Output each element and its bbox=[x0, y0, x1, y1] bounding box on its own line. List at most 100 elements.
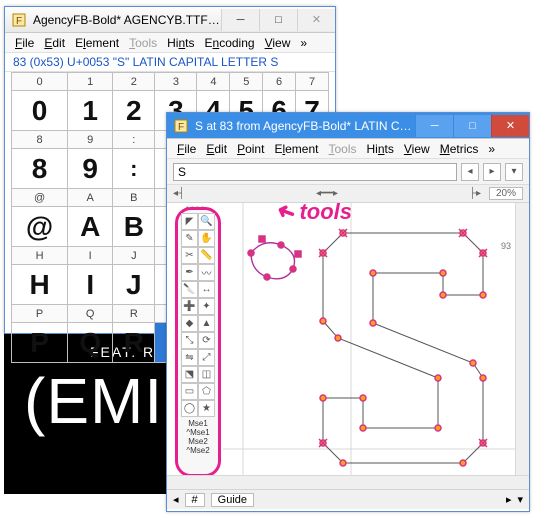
row-hdr: J bbox=[113, 247, 155, 265]
ruler-tool-icon[interactable]: 📏 bbox=[198, 247, 215, 264]
skew-tool-icon[interactable]: ⤢ bbox=[198, 349, 215, 366]
zoom-readout[interactable]: 20% bbox=[489, 187, 523, 200]
vertical-scrollbar[interactable] bbox=[515, 203, 529, 489]
wordlist-next-button[interactable]: ▸ bbox=[483, 163, 501, 181]
char-next-icon[interactable]: ├▸ bbox=[469, 188, 481, 199]
minimize-button[interactable]: ─ bbox=[221, 9, 259, 31]
col-hdr: 5 bbox=[230, 73, 263, 91]
menu-edit[interactable]: Edit bbox=[202, 142, 231, 156]
row-hdr: R bbox=[113, 305, 155, 323]
row-hdr: 8 bbox=[12, 131, 68, 149]
menu-element[interactable]: Element bbox=[71, 36, 123, 50]
glyph-cell[interactable]: H bbox=[12, 265, 68, 305]
glyph-cell[interactable]: I bbox=[68, 265, 113, 305]
maximize-button[interactable]: □ bbox=[259, 9, 297, 31]
glyph-cell[interactable]: : bbox=[113, 149, 155, 189]
col-hdr: 6 bbox=[263, 73, 296, 91]
star-tool-icon[interactable]: ★ bbox=[198, 400, 215, 417]
knife-tool-icon[interactable]: 🔪 bbox=[181, 281, 198, 298]
add-hv-point-icon[interactable]: ✦ bbox=[198, 298, 215, 315]
maximize-button[interactable]: □ bbox=[453, 115, 491, 137]
perspective-tool-icon[interactable]: ◫ bbox=[198, 366, 215, 383]
row-hdr: @ bbox=[12, 189, 68, 207]
glyph-edit-titlebar[interactable]: F S at 83 from AgencyFB-Bold* LATIN CAPI… bbox=[167, 113, 529, 139]
layer-guide[interactable]: Guide bbox=[211, 493, 254, 507]
glyph-cell[interactable]: B bbox=[113, 207, 155, 247]
glyph-info-line: 83 (0x53) U+0053 "S" LATIN CAPITAL LETTE… bbox=[5, 53, 335, 72]
glyph-cell[interactable]: J bbox=[113, 265, 155, 305]
layer-hash[interactable]: # bbox=[185, 493, 205, 507]
glyph-cell[interactable]: 9 bbox=[68, 149, 113, 189]
layer-menu-icon[interactable]: ▾ bbox=[517, 493, 523, 506]
row-hdr: Q bbox=[68, 305, 113, 323]
row-hdr: 9 bbox=[68, 131, 113, 149]
nav-bar: ◂┤ ◂━━▸ ├▸ 20% bbox=[167, 185, 529, 203]
add-curve-point-icon[interactable]: ➕ bbox=[181, 298, 198, 315]
wordlist-prev-button[interactable]: ◂ bbox=[461, 163, 479, 181]
menu-overflow[interactable]: » bbox=[296, 36, 311, 50]
menu-view[interactable]: View bbox=[261, 36, 295, 50]
col-hdr: 3 bbox=[155, 73, 197, 91]
pointer-tool-icon[interactable]: ◤ bbox=[181, 213, 198, 230]
close-button[interactable]: ✕ bbox=[297, 9, 335, 31]
menu-tools: Tools bbox=[125, 36, 161, 50]
rotate3d-tool-icon[interactable]: ⬔ bbox=[181, 366, 198, 383]
menu-element[interactable]: Element bbox=[270, 142, 322, 156]
menu-hints[interactable]: Hints bbox=[163, 36, 198, 50]
flip-tool-icon[interactable]: ⇋ bbox=[181, 349, 198, 366]
glyph-cell[interactable]: 8 bbox=[12, 149, 68, 189]
menu-encoding[interactable]: Encoding bbox=[201, 36, 259, 50]
col-hdr: 1 bbox=[68, 73, 113, 91]
rect-tool-icon[interactable]: ▭ bbox=[181, 383, 198, 400]
app-icon: F bbox=[11, 12, 27, 28]
rotate-tool-icon[interactable]: ⟳ bbox=[198, 332, 215, 349]
palette-mouse-labels: Mse1 ^Mse1 Mse2 ^Mse2 bbox=[181, 417, 215, 455]
layer-bar: ◂ # Guide ▸ ▾ bbox=[167, 489, 529, 509]
glyph-cell[interactable]: 0 bbox=[12, 91, 68, 131]
glyph-cell[interactable]: P bbox=[12, 323, 68, 363]
measure-tool-icon[interactable]: ↔ bbox=[198, 281, 215, 298]
glyph-cell[interactable]: 2 bbox=[113, 91, 155, 131]
minimize-button[interactable]: ─ bbox=[415, 115, 453, 137]
spiro-tool-icon[interactable]: 〰 bbox=[198, 264, 215, 281]
add-tangent-point-icon[interactable]: ▲ bbox=[198, 315, 215, 332]
glyph-cell[interactable]: @ bbox=[12, 207, 68, 247]
layer-prev-icon[interactable]: ◂ bbox=[173, 493, 179, 506]
menu-point[interactable]: Point bbox=[233, 142, 268, 156]
glyph-canvas[interactable]: 1000 500 0 93 ➜tools ◤🔍 ✎✋ ✂📏 ✒〰 🔪↔ ➕✦ ◆… bbox=[167, 203, 529, 489]
glyph-outline[interactable] bbox=[223, 203, 523, 489]
scale-tool-icon[interactable]: ⤡ bbox=[181, 332, 198, 349]
pen-tool-icon[interactable]: ✒ bbox=[181, 264, 198, 281]
menu-overflow[interactable]: » bbox=[484, 142, 499, 156]
hand-tool-icon[interactable]: ✋ bbox=[198, 230, 215, 247]
add-corner-point-icon[interactable]: ◆ bbox=[181, 315, 198, 332]
menu-file[interactable]: File bbox=[173, 142, 200, 156]
menu-metrics[interactable]: Metrics bbox=[436, 142, 483, 156]
glyph-cell[interactable]: R bbox=[113, 323, 155, 363]
layer-next-icon[interactable]: ▸ bbox=[506, 493, 512, 506]
close-button[interactable]: ✕ bbox=[491, 115, 529, 137]
menu-hints[interactable]: Hints bbox=[363, 142, 398, 156]
row-hdr: B bbox=[113, 189, 155, 207]
poly-tool-icon[interactable]: ⬠ bbox=[198, 383, 215, 400]
char-prev-icon[interactable]: ◂┤ bbox=[173, 188, 185, 199]
wordlist-menu-button[interactable]: ▾ bbox=[505, 163, 523, 181]
cut-tool-icon[interactable]: ✂ bbox=[181, 247, 198, 264]
glyph-cell[interactable]: A bbox=[68, 207, 113, 247]
magnify-tool-icon[interactable]: 🔍 bbox=[198, 213, 215, 230]
char-scroll-icon[interactable]: ◂━━▸ bbox=[193, 188, 461, 199]
wordlist-toolbar: ◂ ▸ ▾ bbox=[167, 159, 529, 185]
ellipse-tool-icon[interactable]: ◯ bbox=[181, 400, 198, 417]
glyph-cell[interactable]: Q bbox=[68, 323, 113, 363]
menu-file[interactable]: File bbox=[11, 36, 38, 50]
glyph-edit-title: S at 83 from AgencyFB-Bold* LATIN CAPITA… bbox=[195, 119, 415, 133]
menu-edit[interactable]: Edit bbox=[40, 36, 69, 50]
glyph-cell[interactable]: 1 bbox=[68, 91, 113, 131]
font-view-titlebar[interactable]: F AgencyFB-Bold* AGENCYB.TTF (UnicodeBmp… bbox=[5, 7, 335, 33]
horizontal-scrollbar[interactable] bbox=[167, 475, 529, 489]
svg-text:F: F bbox=[16, 16, 22, 27]
wordlist-input[interactable] bbox=[173, 163, 457, 181]
menu-view[interactable]: View bbox=[400, 142, 434, 156]
font-view-title: AgencyFB-Bold* AGENCYB.TTF (UnicodeBmp) bbox=[33, 13, 221, 27]
freehand-tool-icon[interactable]: ✎ bbox=[181, 230, 198, 247]
